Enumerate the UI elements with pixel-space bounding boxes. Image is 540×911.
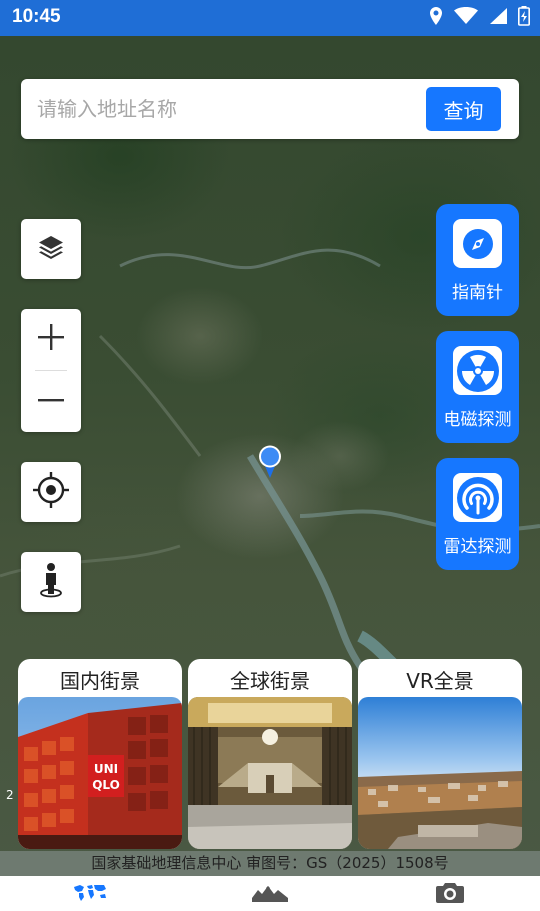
locate-button[interactable]: [21, 462, 81, 522]
search-button[interactable]: 查询: [426, 87, 501, 131]
compass-label: 指南针: [452, 283, 503, 303]
layers-icon: [38, 234, 64, 264]
aerial-city-photo: [358, 697, 522, 849]
radar-icon: [453, 473, 502, 522]
nav-landscape-tab[interactable]: [240, 880, 300, 908]
search-bar: 查询: [21, 79, 519, 139]
electromagnetic-detection-button[interactable]: 电磁探测: [436, 331, 519, 443]
electromagnetic-detection-label: 电磁探测: [443, 410, 512, 430]
radar-detection-button[interactable]: 雷达探测: [436, 458, 519, 570]
locate-icon: [33, 472, 69, 512]
status-time: 10:45: [12, 6, 61, 27]
location-icon: [428, 6, 444, 26]
wifi-icon: [454, 7, 478, 25]
zoom-out-icon: [37, 386, 65, 418]
layers-button[interactable]: [21, 219, 81, 279]
status-icons: [428, 6, 530, 26]
nav-map-tab[interactable]: [60, 880, 120, 908]
zoom-divider: [35, 370, 67, 371]
nav-camera-tab[interactable]: [420, 880, 480, 908]
world-map-icon: [72, 882, 108, 906]
domestic-street-view-card[interactable]: 国内街景 UNI QLO: [18, 659, 182, 849]
zoom-controls: [21, 309, 81, 432]
svg-text:QLO: QLO: [92, 778, 120, 792]
global-street-view-card[interactable]: 全球街景: [188, 659, 352, 849]
card-title: 全球街景: [230, 669, 310, 693]
zoom-in-button[interactable]: [21, 309, 81, 369]
scale-mark: 2: [6, 788, 14, 802]
search-input[interactable]: [37, 89, 417, 129]
vr-panorama-card[interactable]: VR全景: [358, 659, 522, 849]
svg-text:UNI: UNI: [94, 762, 118, 776]
hall-interior-photo: [188, 697, 352, 849]
battery-icon: [518, 6, 530, 26]
landscape-icon: [252, 882, 288, 906]
street-view-button[interactable]: [21, 552, 81, 612]
zoom-in-icon: [37, 323, 65, 355]
status-bar: 10:45: [0, 0, 540, 36]
card-title: VR全景: [406, 669, 474, 693]
camera-icon: [436, 881, 464, 907]
street-view-person-icon: [39, 562, 63, 602]
bottom-navigation: [0, 876, 540, 911]
compass-icon: [453, 219, 502, 268]
radiation-icon: [453, 346, 502, 395]
building-photo: UNI QLO: [18, 697, 182, 849]
compass-button[interactable]: 指南针: [436, 204, 519, 316]
radar-detection-label: 雷达探测: [443, 537, 512, 557]
card-title: 国内街景: [60, 669, 140, 693]
map-attribution: 国家基础地理信息中心 审图号：GS（2025）1508号: [0, 851, 540, 876]
zoom-out-button[interactable]: [21, 372, 81, 432]
location-marker[interactable]: [257, 444, 283, 484]
signal-icon: [488, 7, 508, 25]
